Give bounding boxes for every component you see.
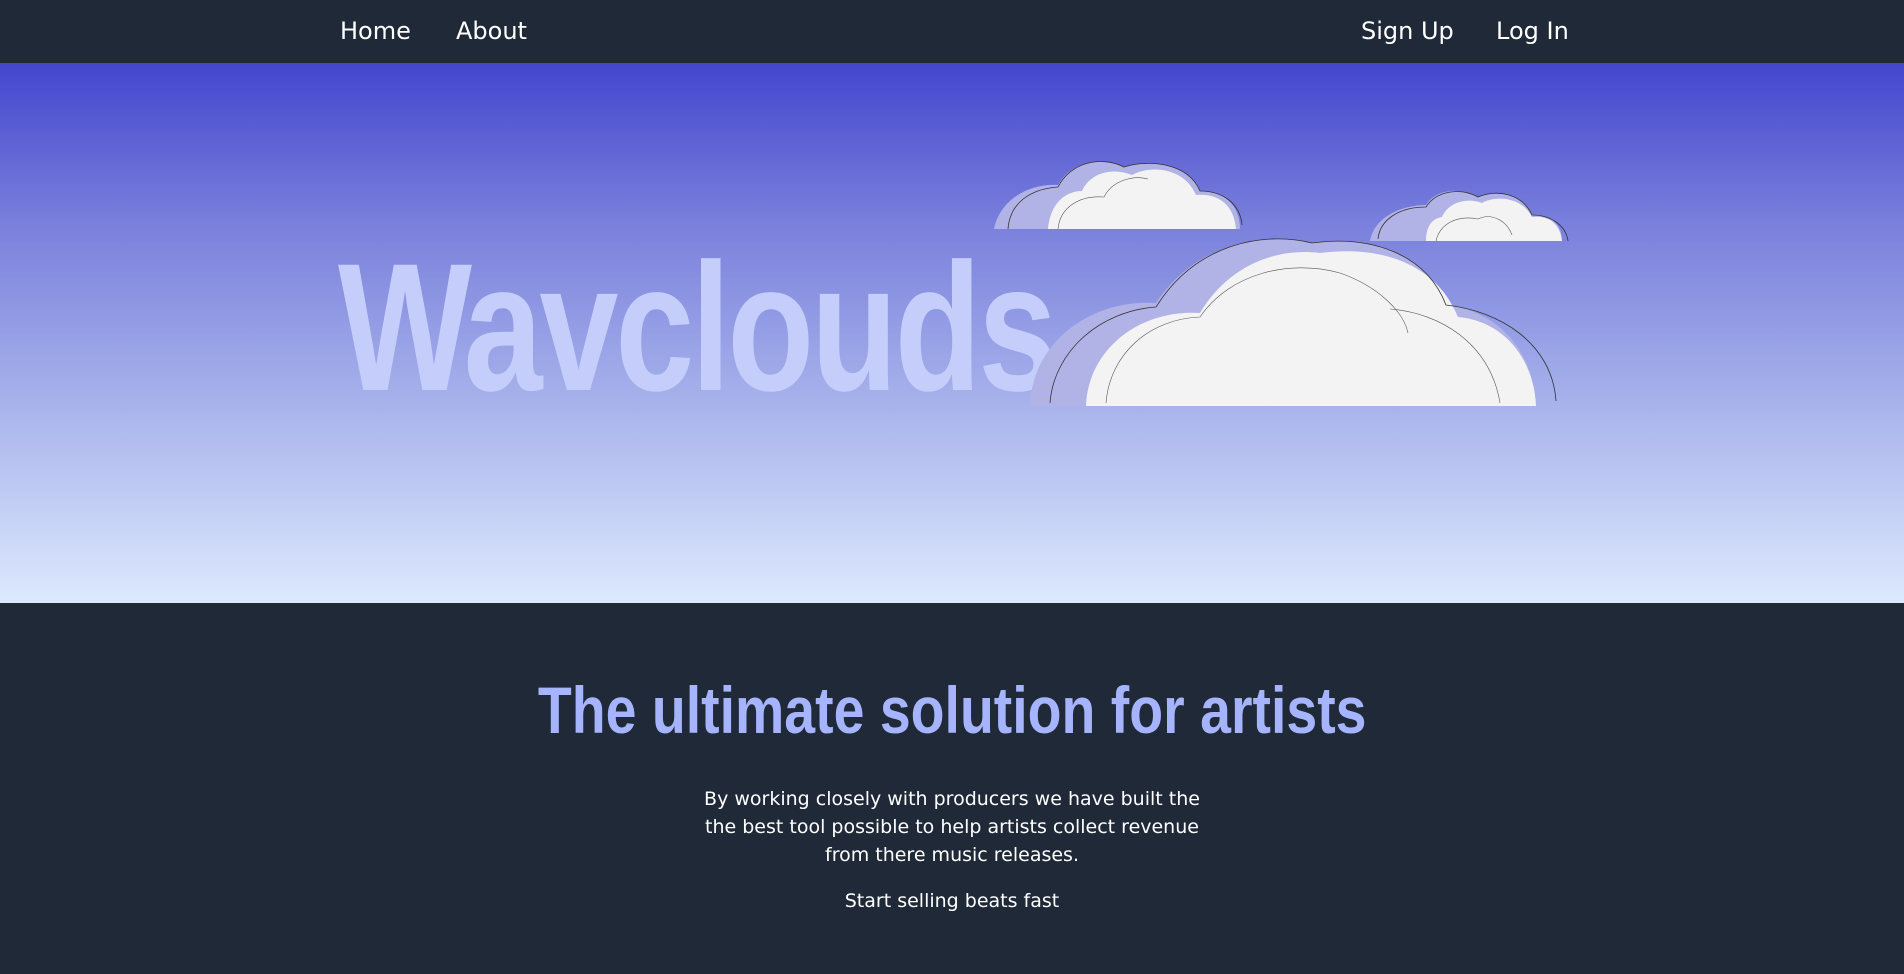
cloud-icon (994, 161, 1243, 230)
navbar: Home About Sign Up Log In (0, 0, 1904, 63)
hero-banner: Wavclouds (0, 63, 1904, 603)
nav-home-link[interactable]: Home (340, 15, 411, 47)
nav-signup-link[interactable]: Sign Up (1361, 15, 1454, 47)
nav-about-link[interactable]: About (456, 15, 527, 47)
cloud-icon (1370, 190, 1569, 242)
cta-text: Start selling beats fast (844, 890, 1060, 912)
cloud-icon (1030, 238, 1557, 406)
tagline-heading: The ultimate solution for artists (0, 675, 1904, 745)
nav-login-link[interactable]: Log In (1496, 15, 1569, 47)
clouds-illustration (994, 161, 1569, 406)
intro-section: The ultimate solution for artists By wor… (0, 603, 1904, 974)
description-text: By working closely with producers we hav… (704, 788, 1200, 866)
tagline-text: The ultimate solution for artists (537, 673, 1367, 747)
